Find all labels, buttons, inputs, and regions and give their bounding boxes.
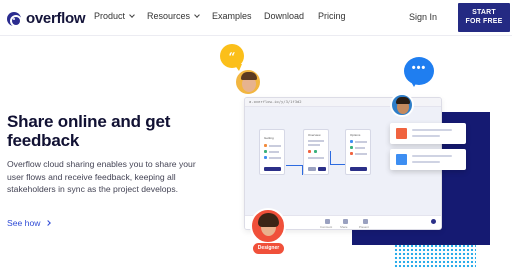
nav-item-examples[interactable]: Examples [212,11,252,21]
screen-icon [308,150,311,153]
nav-item-product[interactable]: Product [94,11,135,21]
nav-item-label: Download [264,11,305,21]
screen-icon [350,146,353,149]
nav-item-pricing[interactable]: Pricing [318,11,346,21]
present-icon [363,219,368,224]
cta-line-2: FOR FREE [465,17,503,25]
see-how-link[interactable]: See how [7,218,52,228]
flow-screen: Options [345,129,371,175]
nav-item-label: Pricing [318,11,346,21]
designer-label: Designer [253,243,284,254]
comment-icon [325,219,330,224]
nav-item-download[interactable]: Download [264,11,304,21]
overflow-logo-icon [7,11,22,27]
top-navigation-bar: overflow Product Resources Examples Down… [0,0,512,36]
chevron-down-icon [129,12,135,18]
screen-icon [314,150,317,153]
flow-connector [330,151,345,165]
feedback-card [390,123,466,144]
avatar [234,68,262,96]
cta-line-1: START [472,9,496,16]
card-color-swatch [396,154,407,165]
screen-title: Overview [308,133,321,137]
see-how-label: See how [7,218,41,228]
screen-icon [350,140,353,143]
screen-icon [264,150,267,153]
user-avatar-icon [431,219,436,224]
avatar [390,93,414,117]
screen-icon [350,152,353,155]
sign-in-link[interactable]: Sign In [409,12,437,22]
screen-icon [264,156,267,159]
browser-url: a.overflow.io/y/3/1f3d2 [249,99,302,104]
feedback-card [390,149,466,170]
screen-title: Getting [264,136,274,140]
screen-button [350,167,367,171]
start-for-free-button[interactable]: START FOR FREE [458,3,510,32]
toolbar-label: Present [359,225,369,229]
brand-name: overflow [26,10,86,27]
designer-avatar [250,208,286,244]
screen-button [264,167,281,171]
flow-connector [286,165,303,175]
nav-item-label: Resources [147,11,191,21]
nav-item-label: Product [94,11,126,21]
chevron-down-icon [194,12,200,18]
decorative-dot-pattern [394,244,476,268]
screen-button [308,167,316,171]
card-color-swatch [396,128,407,139]
toolbar-label: Share [340,225,348,229]
overflow-logo[interactable]: overflow [7,10,86,27]
flow-screen: Overview [303,129,329,175]
hero-title: Share online and get feedback [7,112,171,150]
nav-item-label: Examples [212,11,252,21]
nav-item-resources[interactable]: Resources [147,11,200,21]
flow-screen: Getting [259,129,285,175]
screen-title: Options [350,133,361,137]
toolbar-label: Comment [320,225,333,229]
share-icon [343,219,348,224]
hero-description: Overflow cloud sharing enables you to sh… [7,159,196,194]
chevron-right-icon [45,220,52,226]
chat-bubble-icon: ••• [404,57,434,87]
screen-icon [264,144,267,147]
quote-bubble-icon: “ [220,44,244,71]
screen-button [318,167,326,171]
